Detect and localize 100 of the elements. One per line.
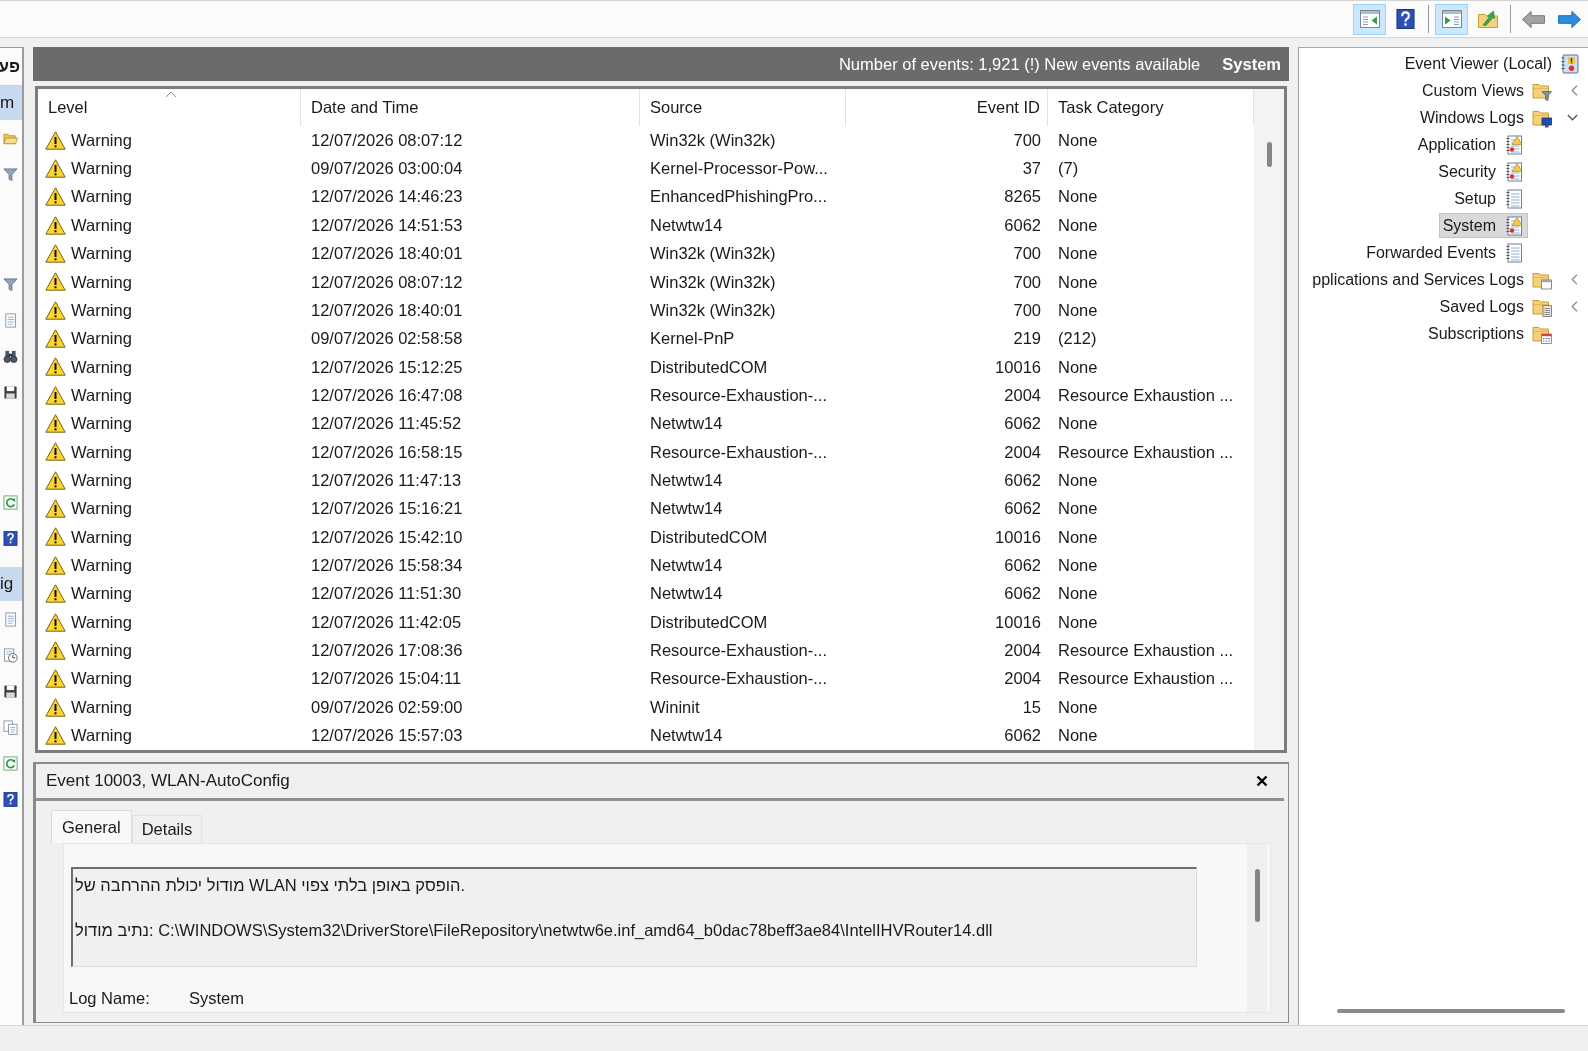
table-cell-text: 12/07/2026 14:46:23 xyxy=(311,186,463,208)
tab[interactable]: Details xyxy=(131,815,203,843)
chevron-left-icon[interactable] xyxy=(1571,301,1578,312)
table-cell-text: 12/07/2026 15:16:21 xyxy=(311,498,463,520)
warning-icon xyxy=(45,697,66,717)
copy-icon[interactable] xyxy=(3,719,18,735)
tree-item[interactable]: Application xyxy=(1413,132,1528,157)
table-cell-text: Warning xyxy=(71,526,132,548)
table-cell-text: 12/07/2026 18:40:01 xyxy=(311,243,463,265)
help-icon[interactable] xyxy=(1396,8,1415,30)
table-cell-text: Win32k (Win32k) xyxy=(650,129,776,151)
table-cell-text: Warning xyxy=(71,158,132,180)
scrollbar-thumb[interactable] xyxy=(1266,142,1272,167)
forward-arrow-icon[interactable] xyxy=(1557,9,1582,29)
warning-icon xyxy=(45,555,66,575)
pane-title: Event 10003, WLAN-AutoConfig xyxy=(46,770,290,793)
table-cell-text: 12/07/2026 16:58:15 xyxy=(311,441,463,463)
scrollbar-thumb[interactable] xyxy=(1254,869,1260,922)
table-cell-text: None xyxy=(1058,611,1098,633)
warning-icon xyxy=(45,130,66,150)
table-cell-text: 12/07/2026 11:47:13 xyxy=(311,469,462,491)
table-cell-text: 10016 xyxy=(995,526,1041,548)
table-cell-text: Resource Exhaustion ... xyxy=(1058,640,1234,661)
tree-item[interactable]: Windows Logs xyxy=(1415,105,1556,130)
table-cell-text: Warning xyxy=(71,186,132,208)
table-cell-text: 12/07/2026 08:07:12 xyxy=(311,129,463,151)
table-cell-text: 6062 xyxy=(1004,725,1041,746)
scrollbar-thumb[interactable] xyxy=(1337,1009,1565,1013)
warning-icon xyxy=(45,272,66,292)
table-cell-text: Netwtw14 xyxy=(650,725,723,746)
table-cell-text: 6062 xyxy=(1004,554,1041,576)
table-cell-text: Resource-Exhaustion-... xyxy=(650,384,827,406)
message-text: נתיב מודול: C:\WINDOWS\System32\DriverStore\FileRepository\netwtw6e.inf_amd64_b0dac78beff3ae84\IntelIHVRouter14.dll xyxy=(75,920,994,941)
warning-icon xyxy=(45,527,66,547)
table-cell-text: Resource-Exhaustion-... xyxy=(650,668,827,690)
clock-document-icon[interactable] xyxy=(3,647,18,663)
table-cell-text: DistributedCOM xyxy=(650,611,768,633)
tree-item[interactable]: Custom Views xyxy=(1418,78,1556,103)
refresh-icon[interactable] xyxy=(3,755,18,771)
table-cell-text: None xyxy=(1058,469,1098,491)
column-header[interactable]: Source xyxy=(640,89,846,126)
table-cell-text: None xyxy=(1058,526,1098,548)
column-header[interactable]: Date and Time xyxy=(301,89,640,126)
column-header[interactable]: Event ID xyxy=(846,89,1048,126)
table-cell-text: 12/07/2026 18:40:01 xyxy=(311,299,463,321)
table-cell-text: Resource-Exhaustion-... xyxy=(650,441,827,463)
tree-item[interactable]: System xyxy=(1438,213,1528,238)
tree-item[interactable]: Saved Logs xyxy=(1435,294,1556,319)
tree-item[interactable]: pplications and Services Logs xyxy=(1308,267,1556,292)
table-cell-text: Win32k (Win32k) xyxy=(650,299,776,321)
tree-item[interactable]: Setup xyxy=(1450,186,1528,211)
filter-icon[interactable] xyxy=(3,276,18,292)
folder-arrow-icon[interactable] xyxy=(1476,9,1499,29)
tree-item[interactable]: Forwarded Events xyxy=(1362,240,1528,265)
chevron-left-icon[interactable] xyxy=(1571,274,1578,285)
table-cell-text: Netwtw14 xyxy=(650,583,723,605)
help-icon[interactable] xyxy=(3,791,18,807)
tree-item[interactable]: Event Viewer (Local) xyxy=(1400,51,1584,76)
tab[interactable]: General xyxy=(51,810,132,843)
filter-icon[interactable] xyxy=(3,166,18,182)
table-cell-text: 12/07/2026 15:12:25 xyxy=(311,356,463,378)
table-cell-text: 2004 xyxy=(1004,640,1041,661)
table-cell-text: 700 xyxy=(1013,243,1041,265)
refresh-icon[interactable] xyxy=(3,494,18,510)
table-cell-text: Wininit xyxy=(650,696,700,718)
table-cell-text: None xyxy=(1058,696,1098,718)
help-icon[interactable] xyxy=(3,530,18,546)
binoculars-icon[interactable] xyxy=(3,348,18,364)
table-cell-text: 15 xyxy=(1022,696,1041,718)
log-icon xyxy=(1504,242,1524,263)
tree-item[interactable]: Subscriptions xyxy=(1423,321,1556,346)
warning-icon xyxy=(45,499,66,519)
scrollbar-track[interactable] xyxy=(1247,844,1267,1012)
table-cell-text: 12/07/2026 11:51:30 xyxy=(311,583,462,605)
table-cell-text: 219 xyxy=(1013,328,1041,350)
document-icon[interactable] xyxy=(3,611,18,627)
tree-item[interactable]: Security xyxy=(1434,159,1528,184)
event-count-text: Number of events: 1,921 (!) New events available xyxy=(838,53,1201,75)
table-cell-text: DistributedCOM xyxy=(650,356,768,378)
column-header[interactable]: Level xyxy=(38,89,301,126)
table-cell-text: 700 xyxy=(1013,299,1041,321)
table-cell-text: 2004 xyxy=(1004,384,1041,406)
table-cell-text: 700 xyxy=(1013,271,1041,293)
scrollbar-track[interactable] xyxy=(1254,89,1284,750)
chevron-left-icon[interactable] xyxy=(1571,85,1578,96)
table-cell-text: 12/07/2026 15:57:03 xyxy=(311,725,463,746)
warning-icon xyxy=(45,442,66,462)
table-cell-text: Netwtw14 xyxy=(650,413,723,435)
document-icon[interactable] xyxy=(3,312,18,328)
table-cell-text: Warning xyxy=(71,129,132,151)
table-cell-text: Warning xyxy=(71,668,132,690)
warning-log-icon xyxy=(1504,161,1524,182)
table-cell-text: 09/07/2026 02:59:00 xyxy=(311,696,463,718)
table-cell-text: Warning xyxy=(71,441,132,463)
chevron-down-icon[interactable] xyxy=(1567,114,1578,121)
warning-icon xyxy=(45,612,66,632)
field-value: System xyxy=(189,988,244,1008)
warning-icon xyxy=(45,244,66,264)
table-cell-text: Warning xyxy=(71,725,132,746)
warning-icon xyxy=(45,414,66,434)
